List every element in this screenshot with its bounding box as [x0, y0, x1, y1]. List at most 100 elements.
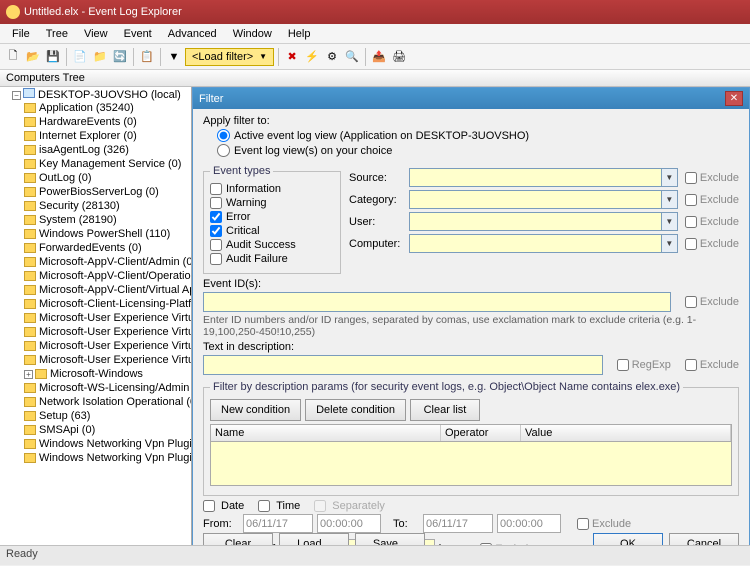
print-icon[interactable]: 🖨: [390, 48, 408, 66]
delete-condition-button[interactable]: Delete condition: [305, 399, 406, 421]
tree-item[interactable]: Windows PowerShell (110): [24, 227, 191, 241]
tree-item[interactable]: Setup (63): [24, 409, 191, 423]
chk-exclude-category[interactable]: [685, 194, 697, 206]
chk-exclude-ids[interactable]: [685, 296, 697, 308]
menu-advanced[interactable]: Advanced: [160, 26, 225, 42]
chk-date[interactable]: [203, 500, 215, 512]
window-title: Untitled.elx - Event Log Explorer: [24, 6, 182, 18]
gear-icon[interactable]: ⚙: [323, 48, 341, 66]
clear-list-button[interactable]: Clear list: [410, 399, 480, 421]
chevron-down-icon[interactable]: ▼: [661, 235, 677, 252]
params-legend: Filter by description params (for securi…: [210, 381, 683, 393]
expand-icon[interactable]: +: [24, 370, 33, 379]
chk-regexp[interactable]: [617, 359, 629, 371]
refresh-icon[interactable]: 🔄: [111, 48, 129, 66]
radio-choice-label: Event log view(s) on your choice: [234, 145, 392, 157]
tree-item[interactable]: Key Management Service (0): [24, 157, 191, 171]
filter-icon[interactable]: ▼: [165, 48, 183, 66]
tree-header: Computers Tree: [0, 70, 750, 87]
tree-item[interactable]: +Microsoft-Windows: [24, 367, 191, 381]
collapse-icon[interactable]: −: [12, 91, 21, 100]
col-value[interactable]: Value: [521, 425, 731, 441]
computers-tree[interactable]: − DESKTOP-3UOVSHO (local) Application (35…: [0, 87, 192, 562]
tree-item[interactable]: Windows Networking Vpn Plugin Platf: [24, 451, 191, 465]
new-condition-button[interactable]: New condition: [210, 399, 301, 421]
clear-filter-icon[interactable]: ✖: [283, 48, 301, 66]
conditions-grid[interactable]: Name Operator Value: [210, 424, 732, 486]
export-icon[interactable]: 📤: [370, 48, 388, 66]
folder-icon: [35, 369, 47, 379]
col-operator[interactable]: Operator: [441, 425, 521, 441]
log-icon[interactable]: 📄: [71, 48, 89, 66]
chk-exclude-user[interactable]: [685, 216, 697, 228]
menu-event[interactable]: Event: [116, 26, 160, 42]
menu-tree[interactable]: Tree: [38, 26, 76, 42]
folder-icon: [24, 201, 36, 211]
chk-audit-failure[interactable]: [210, 253, 222, 265]
menu-file[interactable]: File: [4, 26, 38, 42]
menu-view[interactable]: View: [76, 26, 116, 42]
apply-filter-label: Apply filter to:: [203, 115, 739, 127]
computer-combo[interactable]: [409, 234, 678, 253]
tree-item[interactable]: Microsoft-User Experience Virtualizati: [24, 325, 191, 339]
col-name[interactable]: Name: [211, 425, 441, 441]
chevron-down-icon[interactable]: ▼: [661, 213, 677, 230]
chevron-down-icon[interactable]: ▼: [661, 191, 677, 208]
tree-item[interactable]: Security (28130): [24, 199, 191, 213]
tree-item[interactable]: isaAgentLog (326): [24, 143, 191, 157]
event-ids-input[interactable]: [203, 292, 671, 312]
save-icon[interactable]: 💾: [44, 48, 62, 66]
tree-root[interactable]: DESKTOP-3UOVSHO (local): [38, 89, 181, 101]
tree-item[interactable]: Windows Networking Vpn Plugin Platf: [24, 437, 191, 451]
tree-item[interactable]: OutLog (0): [24, 171, 191, 185]
chk-exclude-desc[interactable]: [685, 359, 697, 371]
lightning-icon[interactable]: ⚡: [303, 48, 321, 66]
tree-item[interactable]: System (28190): [24, 213, 191, 227]
folder-icon: [24, 355, 36, 365]
radio-choice-view[interactable]: [217, 144, 230, 157]
tree-item[interactable]: Microsoft-WS-Licensing/Admin (0): [24, 381, 191, 395]
tree-item[interactable]: Internet Explorer (0): [24, 129, 191, 143]
tree-item[interactable]: Network Isolation Operational (0): [24, 395, 191, 409]
menu-help[interactable]: Help: [280, 26, 319, 42]
chk-warning[interactable]: [210, 197, 222, 209]
category-combo[interactable]: [409, 190, 678, 209]
chk-error[interactable]: [210, 211, 222, 223]
tree-icon[interactable]: 📁: [91, 48, 109, 66]
close-icon[interactable]: ✕: [725, 91, 743, 106]
menu-window[interactable]: Window: [225, 26, 280, 42]
find-icon[interactable]: 🔍: [343, 48, 361, 66]
chk-time[interactable]: [258, 500, 270, 512]
tree-item[interactable]: HardwareEvents (0): [24, 115, 191, 129]
open-icon[interactable]: 📂: [24, 48, 42, 66]
chk-critical[interactable]: [210, 225, 222, 237]
chevron-down-icon[interactable]: ▼: [661, 169, 677, 186]
tree-item[interactable]: SMSApi (0): [24, 423, 191, 437]
tree-item[interactable]: Microsoft-AppV-Client/Virtual Applica: [24, 283, 191, 297]
tree-item[interactable]: ForwardedEvents (0): [24, 241, 191, 255]
chk-exclude-date[interactable]: [577, 518, 589, 530]
chk-exclude-source[interactable]: [685, 172, 697, 184]
chk-audit-success[interactable]: [210, 239, 222, 251]
tree-item[interactable]: Microsoft-User Experience Virtualizati: [24, 339, 191, 353]
tree-item[interactable]: PowerBiosServerLog (0): [24, 185, 191, 199]
tree-item[interactable]: Microsoft-AppV-Client/Admin (0): [24, 255, 191, 269]
props-icon[interactable]: 📋: [138, 48, 156, 66]
tree-item[interactable]: Microsoft-User Experience Virtualizati: [24, 311, 191, 325]
source-combo[interactable]: [409, 168, 678, 187]
chk-exclude-computer[interactable]: [685, 238, 697, 250]
user-combo[interactable]: [409, 212, 678, 231]
folder-icon: [24, 425, 36, 435]
tree-item[interactable]: Microsoft-Client-Licensing-Platform/A: [24, 297, 191, 311]
new-icon[interactable]: 🗋: [4, 48, 22, 66]
chk-information[interactable]: [210, 183, 222, 195]
load-filter-combo[interactable]: <Load filter>▼: [185, 48, 274, 66]
tree-item[interactable]: Microsoft-AppV-Client/Operational (0: [24, 269, 191, 283]
text-desc-input[interactable]: [203, 355, 603, 375]
folder-icon: [24, 383, 36, 393]
tree-item[interactable]: Microsoft-User Experience Virtualizati: [24, 353, 191, 367]
tree-item[interactable]: Application (35240): [24, 101, 191, 115]
folder-icon: [24, 271, 36, 281]
folder-icon: [24, 299, 36, 309]
radio-active-view[interactable]: [217, 129, 230, 142]
